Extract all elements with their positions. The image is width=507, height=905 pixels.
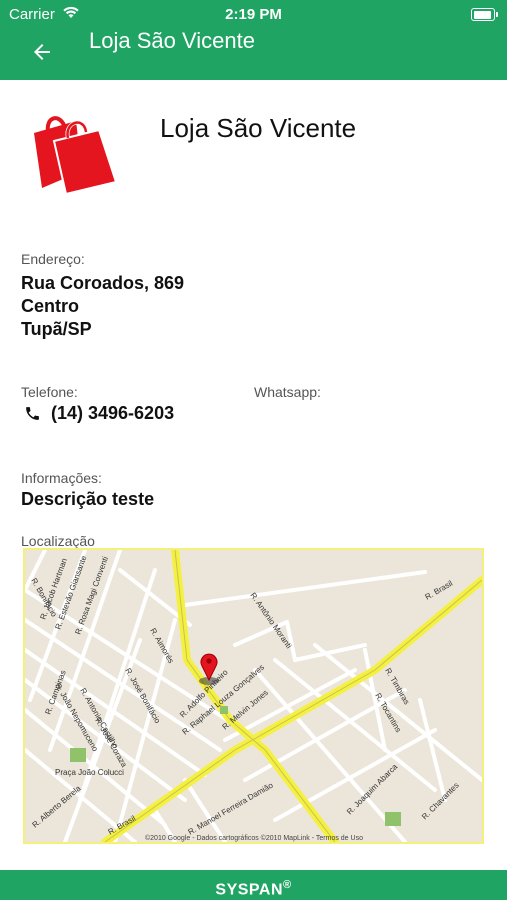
- battery-icon: [471, 8, 498, 21]
- clock: 2:19 PM: [225, 6, 282, 23]
- whatsapp-label: Whatsapp:: [254, 384, 321, 400]
- phone-icon: [26, 407, 39, 420]
- info-label: Informações:: [21, 470, 102, 486]
- address-city: Tupã/SP: [21, 319, 92, 339]
- address-value: Rua Coroados, 869 Centro Tupã/SP: [21, 272, 184, 341]
- address-district: Centro: [21, 296, 79, 316]
- phone-label: Telefone:: [21, 384, 78, 400]
- footer-brand-name: SYSPAN: [215, 881, 283, 899]
- address-label: Endereço:: [21, 251, 85, 267]
- map-canvas[interactable]: R. Brasil R. Brasil R. Antônio Moranti R…: [25, 550, 482, 842]
- footer-brand: SYSPAN®: [0, 870, 507, 900]
- store-name: Loja São Vicente: [160, 113, 357, 143]
- map-attribution[interactable]: ©2010 Google - Dados cartográficos ©2010…: [145, 834, 363, 842]
- info-description: Descrição teste: [21, 489, 155, 509]
- location-map[interactable]: R. Brasil R. Brasil R. Antônio Moranti R…: [23, 548, 484, 844]
- arrow-left-icon[interactable]: [30, 40, 54, 64]
- location-label: Localização: [21, 533, 95, 549]
- app-bar-title: Loja São Vicente: [89, 28, 255, 53]
- app-bar: Loja São Vicente: [0, 28, 507, 80]
- phone-number[interactable]: (14) 3496-6203: [51, 403, 174, 424]
- status-bar: Carrier 2:19 PM: [0, 0, 507, 28]
- shopping-bags-icon: [34, 116, 118, 196]
- address-street: Rua Coroados, 869: [21, 273, 185, 293]
- map-place-label: Praça João Colucci: [55, 768, 124, 777]
- registered-mark: ®: [283, 879, 292, 891]
